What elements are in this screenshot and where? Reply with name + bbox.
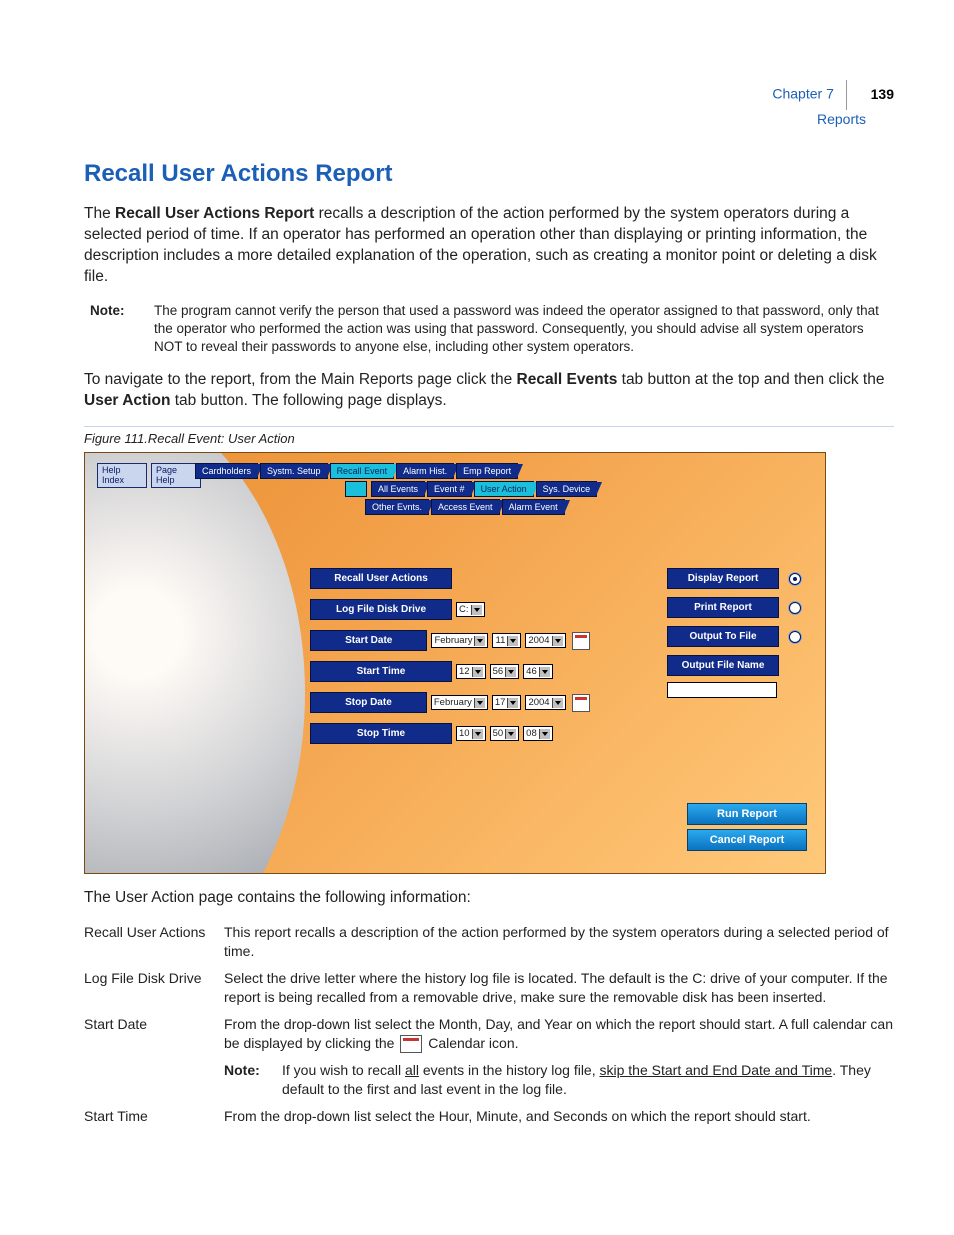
after-shot-text: The User Action page contains the follow…	[84, 888, 894, 909]
chevron-down-icon	[552, 698, 563, 708]
chevron-down-icon	[505, 729, 516, 739]
output-to-file-button[interactable]: Output To File	[667, 626, 779, 647]
chevron-down-icon	[507, 698, 518, 708]
label-stop-time: Stop Time	[310, 723, 452, 744]
print-report-button[interactable]: Print Report	[667, 597, 779, 618]
intro-paragraph: The Recall User Actions Report recalls a…	[84, 204, 894, 288]
output-file-name-input[interactable]	[667, 682, 777, 698]
def-term-start-date: Start Date	[84, 1015, 224, 1099]
tab-cardholders[interactable]: Cardholders	[195, 463, 258, 479]
def-term-logdrive: Log File Disk Drive	[84, 969, 224, 1007]
tab-alarm-hist[interactable]: Alarm Hist.	[396, 463, 454, 479]
start-year-select[interactable]: 2004	[525, 633, 565, 648]
chevron-down-icon	[474, 636, 485, 646]
display-report-button[interactable]: Display Report	[667, 568, 779, 589]
start-min-select[interactable]: 56	[490, 664, 520, 679]
screenshot-panel: Help Index Page Help Cardholders Systm. …	[84, 452, 826, 874]
start-sec-select[interactable]: 46	[523, 664, 553, 679]
output-to-file-radio[interactable]	[789, 631, 801, 643]
page-help-button[interactable]: Page Help	[151, 463, 201, 488]
def-desc-start-time: From the drop-down list select the Hour,…	[224, 1107, 894, 1126]
help-index-button[interactable]: Help Index	[97, 463, 147, 488]
tab-other-evnts[interactable]: Other Evnts.	[365, 499, 429, 515]
note-block: Note: The program cannot verify the pers…	[90, 302, 894, 357]
start-month-select[interactable]: February	[431, 633, 488, 648]
stop-sec-select[interactable]: 08	[523, 726, 553, 741]
calendar-icon[interactable]	[572, 632, 591, 650]
label-start-date: Start Date	[310, 630, 427, 651]
tab-alarm-event[interactable]: Alarm Event	[502, 499, 565, 515]
stop-day-select[interactable]: 17	[492, 695, 522, 710]
page-number: 139	[871, 86, 894, 102]
stop-year-select[interactable]: 2004	[525, 695, 565, 710]
stop-hour-select[interactable]: 10	[456, 726, 486, 741]
run-report-button[interactable]: Run Report	[687, 803, 807, 825]
display-report-radio[interactable]	[789, 573, 801, 585]
inner-note-text: If you wish to recall all events in the …	[282, 1061, 894, 1099]
def-desc-start-date: From the drop-down list select the Month…	[224, 1015, 894, 1099]
output-file-name-label: Output File Name	[667, 655, 779, 676]
page-header: Chapter 7 139 Reports	[772, 80, 894, 128]
tab-sys-device[interactable]: Sys. Device	[536, 481, 598, 497]
tab-row-3: Other Evnts. Access Event Alarm Event	[365, 499, 805, 515]
label-recall-user-actions: Recall User Actions	[310, 568, 452, 589]
inner-note-label: Note:	[224, 1061, 282, 1099]
chevron-down-icon	[472, 667, 483, 677]
note-label: Note:	[90, 302, 154, 357]
start-day-select[interactable]: 11	[492, 633, 521, 648]
tab-row-1: Cardholders Systm. Setup Recall Event Al…	[195, 463, 805, 479]
label-log-file-disk-drive: Log File Disk Drive	[310, 599, 452, 620]
subtab-arrow-icon	[345, 481, 367, 497]
chevron-down-icon	[505, 667, 516, 677]
calendar-icon[interactable]	[572, 694, 590, 712]
chevron-down-icon	[539, 729, 550, 739]
chapter-label: Chapter 7	[772, 86, 833, 102]
def-term-recall: Recall User Actions	[84, 923, 224, 961]
tab-all-events[interactable]: All Events	[371, 481, 425, 497]
label-start-time: Start Time	[310, 661, 452, 682]
tab-emp-report[interactable]: Emp Report	[456, 463, 518, 479]
chevron-down-icon	[552, 636, 563, 646]
tab-row-2: All Events Event # User Action Sys. Devi…	[345, 481, 805, 497]
figure-caption: Figure 111.Recall Event: User Action	[84, 431, 894, 446]
section-label: Reports	[817, 111, 866, 127]
chevron-down-icon	[539, 667, 550, 677]
tab-user-action[interactable]: User Action	[474, 481, 534, 497]
calendar-icon	[400, 1035, 422, 1053]
label-stop-date: Stop Date	[310, 692, 427, 713]
page-title: Recall User Actions Report	[84, 160, 894, 188]
def-desc-logdrive: Select the drive letter where the histor…	[224, 969, 894, 1007]
tab-access-event[interactable]: Access Event	[431, 499, 500, 515]
chevron-down-icon	[474, 698, 485, 708]
def-term-start-time: Start Time	[84, 1107, 224, 1126]
tab-recall-event[interactable]: Recall Event	[330, 463, 395, 479]
drive-select[interactable]: C:	[456, 602, 485, 617]
stop-min-select[interactable]: 50	[490, 726, 520, 741]
navigation-paragraph: To navigate to the report, from the Main…	[84, 370, 894, 412]
cancel-report-button[interactable]: Cancel Report	[687, 829, 807, 851]
note-text: The program cannot verify the person tha…	[154, 302, 894, 357]
tab-event-number[interactable]: Event #	[427, 481, 472, 497]
chevron-down-icon	[471, 605, 482, 615]
chevron-down-icon	[507, 636, 518, 646]
stop-month-select[interactable]: February	[431, 695, 488, 710]
print-report-radio[interactable]	[789, 602, 801, 614]
chevron-down-icon	[472, 729, 483, 739]
tab-systm-setup[interactable]: Systm. Setup	[260, 463, 328, 479]
start-hour-select[interactable]: 12	[456, 664, 486, 679]
def-desc-recall: This report recalls a description of the…	[224, 923, 894, 961]
